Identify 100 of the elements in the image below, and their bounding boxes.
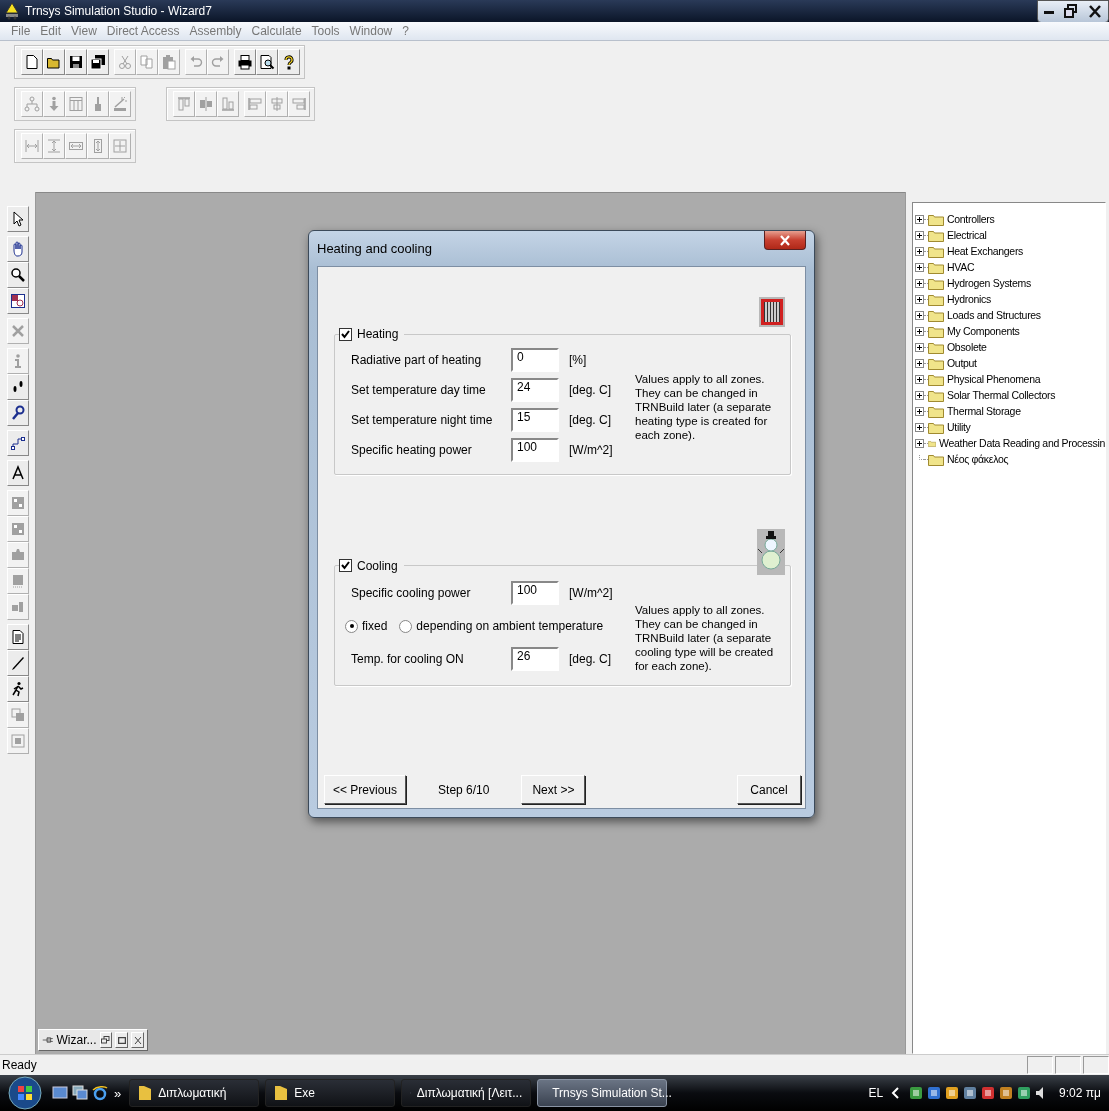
expand-icon[interactable] bbox=[915, 294, 924, 304]
section-checkbox[interactable]: Cooling bbox=[339, 558, 398, 573]
radio-button[interactable]: fixed bbox=[345, 619, 388, 633]
tree-item[interactable]: Heat Exchangers bbox=[947, 245, 1024, 257]
tree-item[interactable]: Νέος φάκελος bbox=[947, 453, 1009, 465]
menu-item[interactable]: Tools bbox=[306, 24, 345, 38]
tree-item[interactable]: Electrical bbox=[947, 229, 987, 241]
menu-item[interactable]: Assembly bbox=[184, 24, 247, 38]
expand-icon[interactable] bbox=[915, 262, 924, 272]
toolbar-button[interactable] bbox=[21, 49, 43, 75]
menu-item[interactable]: Direct Access bbox=[101, 24, 185, 38]
expand-icon[interactable] bbox=[915, 374, 924, 384]
input-field[interactable]: 100 bbox=[511, 437, 559, 462]
tree-item[interactable]: Weather Data Reading and Processin bbox=[939, 437, 1105, 449]
menu-item[interactable]: Edit bbox=[35, 24, 67, 38]
chevron-icon[interactable] bbox=[891, 1087, 902, 1099]
tray-icon[interactable] bbox=[999, 1086, 1014, 1100]
tray-icon[interactable] bbox=[927, 1086, 942, 1100]
expand-icon[interactable] bbox=[915, 310, 924, 320]
wizard-button[interactable]: << Previous bbox=[324, 775, 407, 804]
language-indicator[interactable]: EL bbox=[868, 1086, 884, 1100]
delete-icon bbox=[9, 323, 26, 339]
close-button[interactable] bbox=[764, 231, 806, 250]
toolbar-button[interactable] bbox=[6, 374, 29, 400]
toolbar-button[interactable] bbox=[6, 262, 29, 288]
tree-item[interactable]: Thermal Storage bbox=[947, 405, 1021, 417]
taskbar-button[interactable]: Διπλωματική bbox=[129, 1079, 260, 1107]
expand-icon[interactable] bbox=[915, 278, 924, 288]
input-field[interactable]: 24 bbox=[511, 377, 559, 402]
tree-item[interactable]: Hydrogen Systems bbox=[947, 277, 1031, 289]
radio-button[interactable]: depending on ambient temperature bbox=[399, 619, 604, 633]
menu-item[interactable]: Calculate bbox=[246, 24, 307, 38]
expand-icon[interactable] bbox=[915, 230, 924, 240]
tree-item[interactable]: Physical Phenomena bbox=[947, 373, 1041, 385]
tree-item[interactable]: Solar Thermal Collectors bbox=[947, 389, 1056, 401]
menu-item[interactable]: Window bbox=[344, 24, 398, 38]
tray-icon[interactable] bbox=[981, 1086, 996, 1100]
expand-icon[interactable] bbox=[915, 438, 924, 448]
section-checkbox[interactable]: Heating bbox=[339, 327, 399, 341]
field-label: Temp. for cooling ON bbox=[350, 652, 465, 666]
expand-icon[interactable] bbox=[915, 326, 924, 336]
menu-item[interactable]: ? bbox=[397, 24, 414, 38]
tray-icon[interactable] bbox=[963, 1086, 978, 1100]
maximize-button[interactable] bbox=[115, 1032, 129, 1048]
tree-item[interactable]: Utility bbox=[947, 421, 971, 433]
toolbar-button[interactable] bbox=[6, 624, 29, 650]
menu-item[interactable]: File bbox=[6, 24, 36, 38]
toolbar-button[interactable] bbox=[256, 49, 278, 75]
folder-icon bbox=[928, 452, 944, 466]
menu-item[interactable]: View bbox=[66, 24, 102, 38]
expand-icon[interactable] bbox=[915, 342, 924, 352]
tree-item[interactable]: Loads and Structures bbox=[947, 309, 1041, 321]
more-button[interactable]: » bbox=[114, 1085, 122, 1101]
restore-button[interactable] bbox=[99, 1032, 113, 1048]
step-indicator: Step 6/10 bbox=[438, 782, 490, 797]
tray-icon[interactable] bbox=[909, 1086, 924, 1100]
toolbar-button[interactable] bbox=[278, 49, 300, 75]
show-desktop-icon[interactable] bbox=[52, 1085, 68, 1101]
status-pane bbox=[1027, 1056, 1053, 1074]
info-text: Values apply to all zones. They can be changed in TRNBuild later (a separate heating type is created for each zone). bbox=[635, 371, 773, 442]
input-field[interactable]: 15 bbox=[511, 407, 559, 432]
expand-icon[interactable] bbox=[915, 390, 924, 400]
toolbar-button[interactable] bbox=[87, 49, 109, 75]
input-field[interactable]: 0 bbox=[511, 347, 559, 372]
start-button[interactable] bbox=[8, 1076, 42, 1110]
tree-item[interactable]: Hydronics bbox=[947, 293, 991, 305]
tray-icon[interactable] bbox=[1017, 1086, 1032, 1100]
input-field[interactable]: 100 bbox=[511, 581, 559, 605]
browser-icon[interactable] bbox=[92, 1085, 108, 1101]
expand-icon[interactable] bbox=[915, 246, 924, 256]
input-field[interactable]: 26 bbox=[511, 647, 559, 671]
taskbar-button[interactable]: Διπλωματική [Λειτ... bbox=[401, 1079, 532, 1107]
tree-item[interactable]: Controllers bbox=[947, 213, 995, 225]
tree-item[interactable]: HVAC bbox=[947, 261, 975, 273]
toolbar-button[interactable] bbox=[6, 206, 29, 232]
toolbar-button[interactable] bbox=[234, 49, 256, 75]
tree-item[interactable]: My Components bbox=[947, 325, 1020, 337]
taskbar-button[interactable]: Exe bbox=[265, 1079, 396, 1107]
expand-icon[interactable] bbox=[915, 422, 924, 432]
clock[interactable]: 9:02 πμ bbox=[1059, 1086, 1101, 1100]
wizard-button[interactable]: Next >> bbox=[521, 775, 586, 804]
checkmark-icon bbox=[341, 329, 350, 339]
toolbar-button[interactable] bbox=[6, 430, 29, 456]
component-icon bbox=[9, 599, 26, 615]
toolbar-button[interactable] bbox=[6, 460, 29, 486]
tray-icon[interactable] bbox=[945, 1086, 960, 1100]
toolbar-button[interactable] bbox=[43, 49, 65, 75]
toolbar-button[interactable] bbox=[65, 49, 87, 75]
toolbar-button[interactable] bbox=[6, 676, 29, 702]
toolbar-button[interactable] bbox=[6, 288, 29, 314]
expand-icon[interactable] bbox=[915, 214, 924, 224]
switch-windows-icon[interactable] bbox=[72, 1085, 88, 1101]
toolbar-button[interactable] bbox=[6, 650, 29, 676]
tree-item[interactable]: Obsolete bbox=[947, 341, 987, 353]
wizard-button[interactable]: Cancel bbox=[737, 775, 801, 804]
expand-icon[interactable] bbox=[915, 406, 924, 416]
expand-icon[interactable] bbox=[915, 358, 924, 368]
tree-item[interactable]: Output bbox=[947, 357, 977, 369]
toolbar-button[interactable] bbox=[6, 400, 29, 426]
folder-icon bbox=[928, 292, 944, 306]
